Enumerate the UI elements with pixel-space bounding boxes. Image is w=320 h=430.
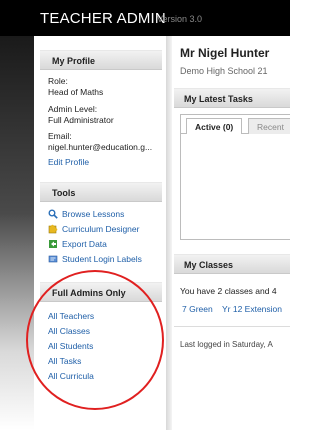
tool-curriculum-designer[interactable]: Curriculum Designer — [48, 223, 139, 235]
class-link-yr12-extension[interactable]: Yr 12 Extension — [222, 304, 282, 314]
admin-level-label: Admin Level: — [48, 104, 98, 114]
last-logged-in: Last logged in Saturday, A — [180, 340, 273, 349]
all-teachers-link[interactable]: All Teachers — [48, 311, 94, 321]
magnifier-icon — [48, 209, 58, 219]
app-version: Version 3.0 — [157, 14, 203, 24]
role-value: Head of Maths — [48, 87, 104, 97]
tool-export-data[interactable]: Export Data — [48, 238, 107, 250]
tool-browse-lessons[interactable]: Browse Lessons — [48, 208, 124, 220]
all-students-link[interactable]: All Students — [48, 341, 93, 351]
tab-active[interactable]: Active (0) — [186, 118, 243, 134]
curriculum-designer-link[interactable]: Curriculum Designer — [62, 224, 139, 234]
top-bar: TEACHER ADMIN Version 3.0 — [0, 0, 290, 36]
profile-header: My Profile — [40, 50, 162, 70]
user-name: Mr Nigel Hunter — [180, 46, 270, 60]
labels-icon — [48, 254, 58, 264]
email-value: nigel.hunter@education.g... — [48, 142, 153, 152]
student-login-labels-link[interactable]: Student Login Labels — [62, 254, 142, 264]
email-label: Email: — [48, 131, 72, 141]
tab-recent[interactable]: Recent — [248, 118, 290, 134]
school-name: Demo High School 21 — [180, 66, 268, 76]
tools-header: Tools — [40, 182, 162, 202]
edit-profile-link[interactable]: Edit Profile — [48, 157, 89, 167]
classes-summary: You have 2 classes and 4 — [180, 286, 277, 296]
all-classes-link[interactable]: All Classes — [48, 326, 90, 336]
admin-level-value: Full Administrator — [48, 115, 114, 125]
latest-tasks-header: My Latest Tasks — [174, 88, 290, 108]
browse-lessons-link[interactable]: Browse Lessons — [62, 209, 124, 219]
my-classes-header: My Classes — [174, 254, 290, 274]
export-icon — [48, 239, 58, 249]
export-data-link[interactable]: Export Data — [62, 239, 107, 249]
app-title: TEACHER ADMIN — [40, 10, 166, 27]
classes-divider — [174, 326, 290, 327]
class-link-7-green[interactable]: 7 Green — [182, 304, 213, 314]
role-label: Role: — [48, 76, 68, 86]
left-shadow-strip — [0, 36, 34, 430]
all-curricula-link[interactable]: All Curricula — [48, 371, 94, 381]
puzzle-icon — [48, 224, 58, 234]
tool-student-login-labels[interactable]: Student Login Labels — [48, 253, 142, 265]
full-admins-header: Full Admins Only — [40, 282, 162, 302]
all-tasks-link[interactable]: All Tasks — [48, 356, 81, 366]
